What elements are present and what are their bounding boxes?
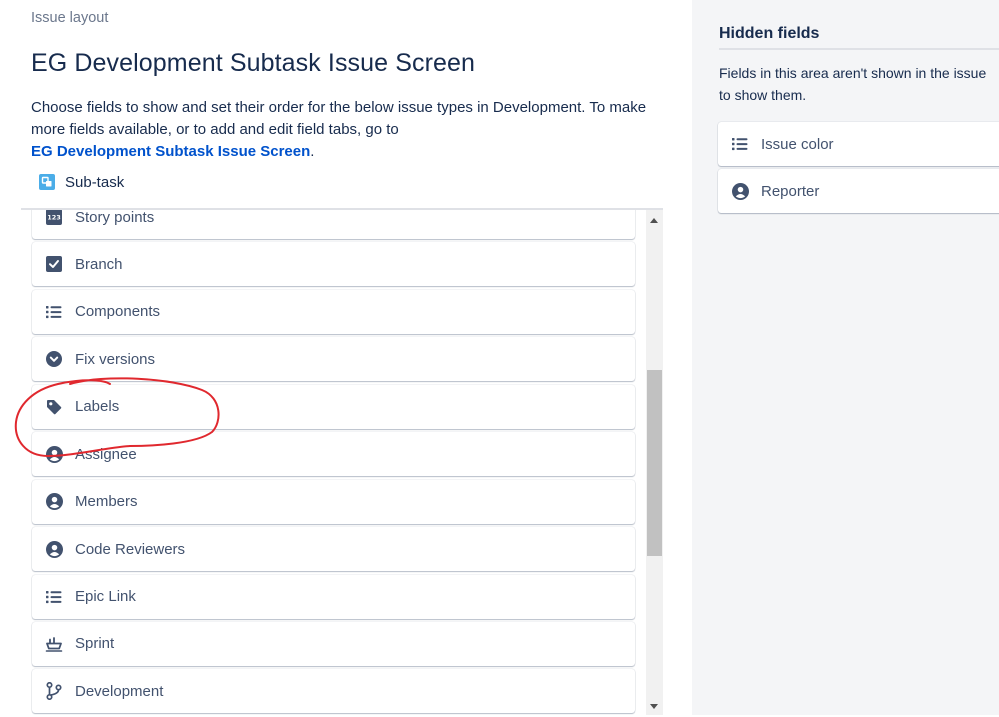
dropdown-icon xyxy=(45,350,63,368)
field-fix-versions[interactable]: Fix versions xyxy=(32,337,635,382)
issue-type: Sub-task xyxy=(39,171,124,193)
user-icon xyxy=(731,182,749,200)
field-list-scrollbar[interactable] xyxy=(646,210,663,715)
field-epic-link[interactable]: Epic Link xyxy=(32,574,635,619)
hidden-field-label: Reporter xyxy=(761,182,820,200)
field-list[interactable]: 123 Story points Branch Components Fix v… xyxy=(21,208,663,717)
field-sprint[interactable]: Sprint xyxy=(32,621,635,666)
red-circle-annotation xyxy=(14,377,220,458)
checkbox-icon xyxy=(45,255,63,273)
divider xyxy=(719,48,999,50)
hidden-fields-description: Fields in this area aren't shown in the … xyxy=(719,62,999,106)
hidden-field-issue-color[interactable]: Issue color xyxy=(718,122,999,166)
page-title: EG Development Subtask Issue Screen xyxy=(31,49,476,77)
hidden-fields-description-line2: to show them. xyxy=(719,87,807,103)
list-icon xyxy=(45,303,63,321)
field-members[interactable]: Members xyxy=(32,479,635,524)
field-label: Epic Link xyxy=(75,588,136,605)
field-components[interactable]: Components xyxy=(32,289,635,334)
field-label: Branch xyxy=(75,255,123,273)
hidden-fields-description-line1: Fields in this area aren't shown in the … xyxy=(719,65,987,81)
branch-icon xyxy=(45,682,63,701)
field-label: Components xyxy=(75,303,161,321)
field-label: Story points xyxy=(75,208,155,226)
field-label: Code Reviewers xyxy=(75,540,186,558)
number-icon: 123 xyxy=(45,210,63,226)
svg-text:123: 123 xyxy=(47,214,61,222)
scroll-down-arrow-icon[interactable] xyxy=(650,704,658,709)
hidden-field-reporter[interactable]: Reporter xyxy=(718,169,999,213)
hidden-field-label: Issue color xyxy=(761,135,834,153)
user-icon xyxy=(45,540,63,558)
field-label: Sprint xyxy=(75,635,115,653)
list-icon xyxy=(45,588,63,606)
issue-type-label: Sub-task xyxy=(65,173,125,191)
subtask-icon xyxy=(39,174,55,190)
field-label: Fix versions xyxy=(75,350,156,368)
description-text: Choose fields to show and set their orde… xyxy=(31,99,647,138)
issue-layout-panel: Issue layout EG Development Subtask Issu… xyxy=(0,0,692,715)
hidden-fields-title: Hidden fields xyxy=(719,25,820,42)
field-development[interactable]: Development xyxy=(32,669,635,714)
user-icon xyxy=(45,493,63,511)
sprint-icon xyxy=(45,635,63,653)
scroll-up-arrow-icon[interactable] xyxy=(650,218,658,223)
breadcrumb[interactable]: Issue layout xyxy=(31,10,108,26)
field-story-points[interactable]: 123 Story points xyxy=(32,208,635,239)
list-icon xyxy=(731,135,749,153)
screen-link[interactable]: EG Development Subtask Issue Screen xyxy=(31,143,310,160)
page-description: Choose fields to show and set their orde… xyxy=(31,97,661,163)
description-period: . xyxy=(310,143,315,160)
scrollbar-thumb[interactable] xyxy=(647,370,662,556)
field-label: Development xyxy=(75,682,164,700)
field-code-reviewers[interactable]: Code Reviewers xyxy=(32,527,635,572)
field-branch[interactable]: Branch xyxy=(32,242,635,287)
hidden-fields-panel: Hidden fields Fields in this area aren't… xyxy=(692,0,999,715)
field-label: Members xyxy=(75,493,138,511)
